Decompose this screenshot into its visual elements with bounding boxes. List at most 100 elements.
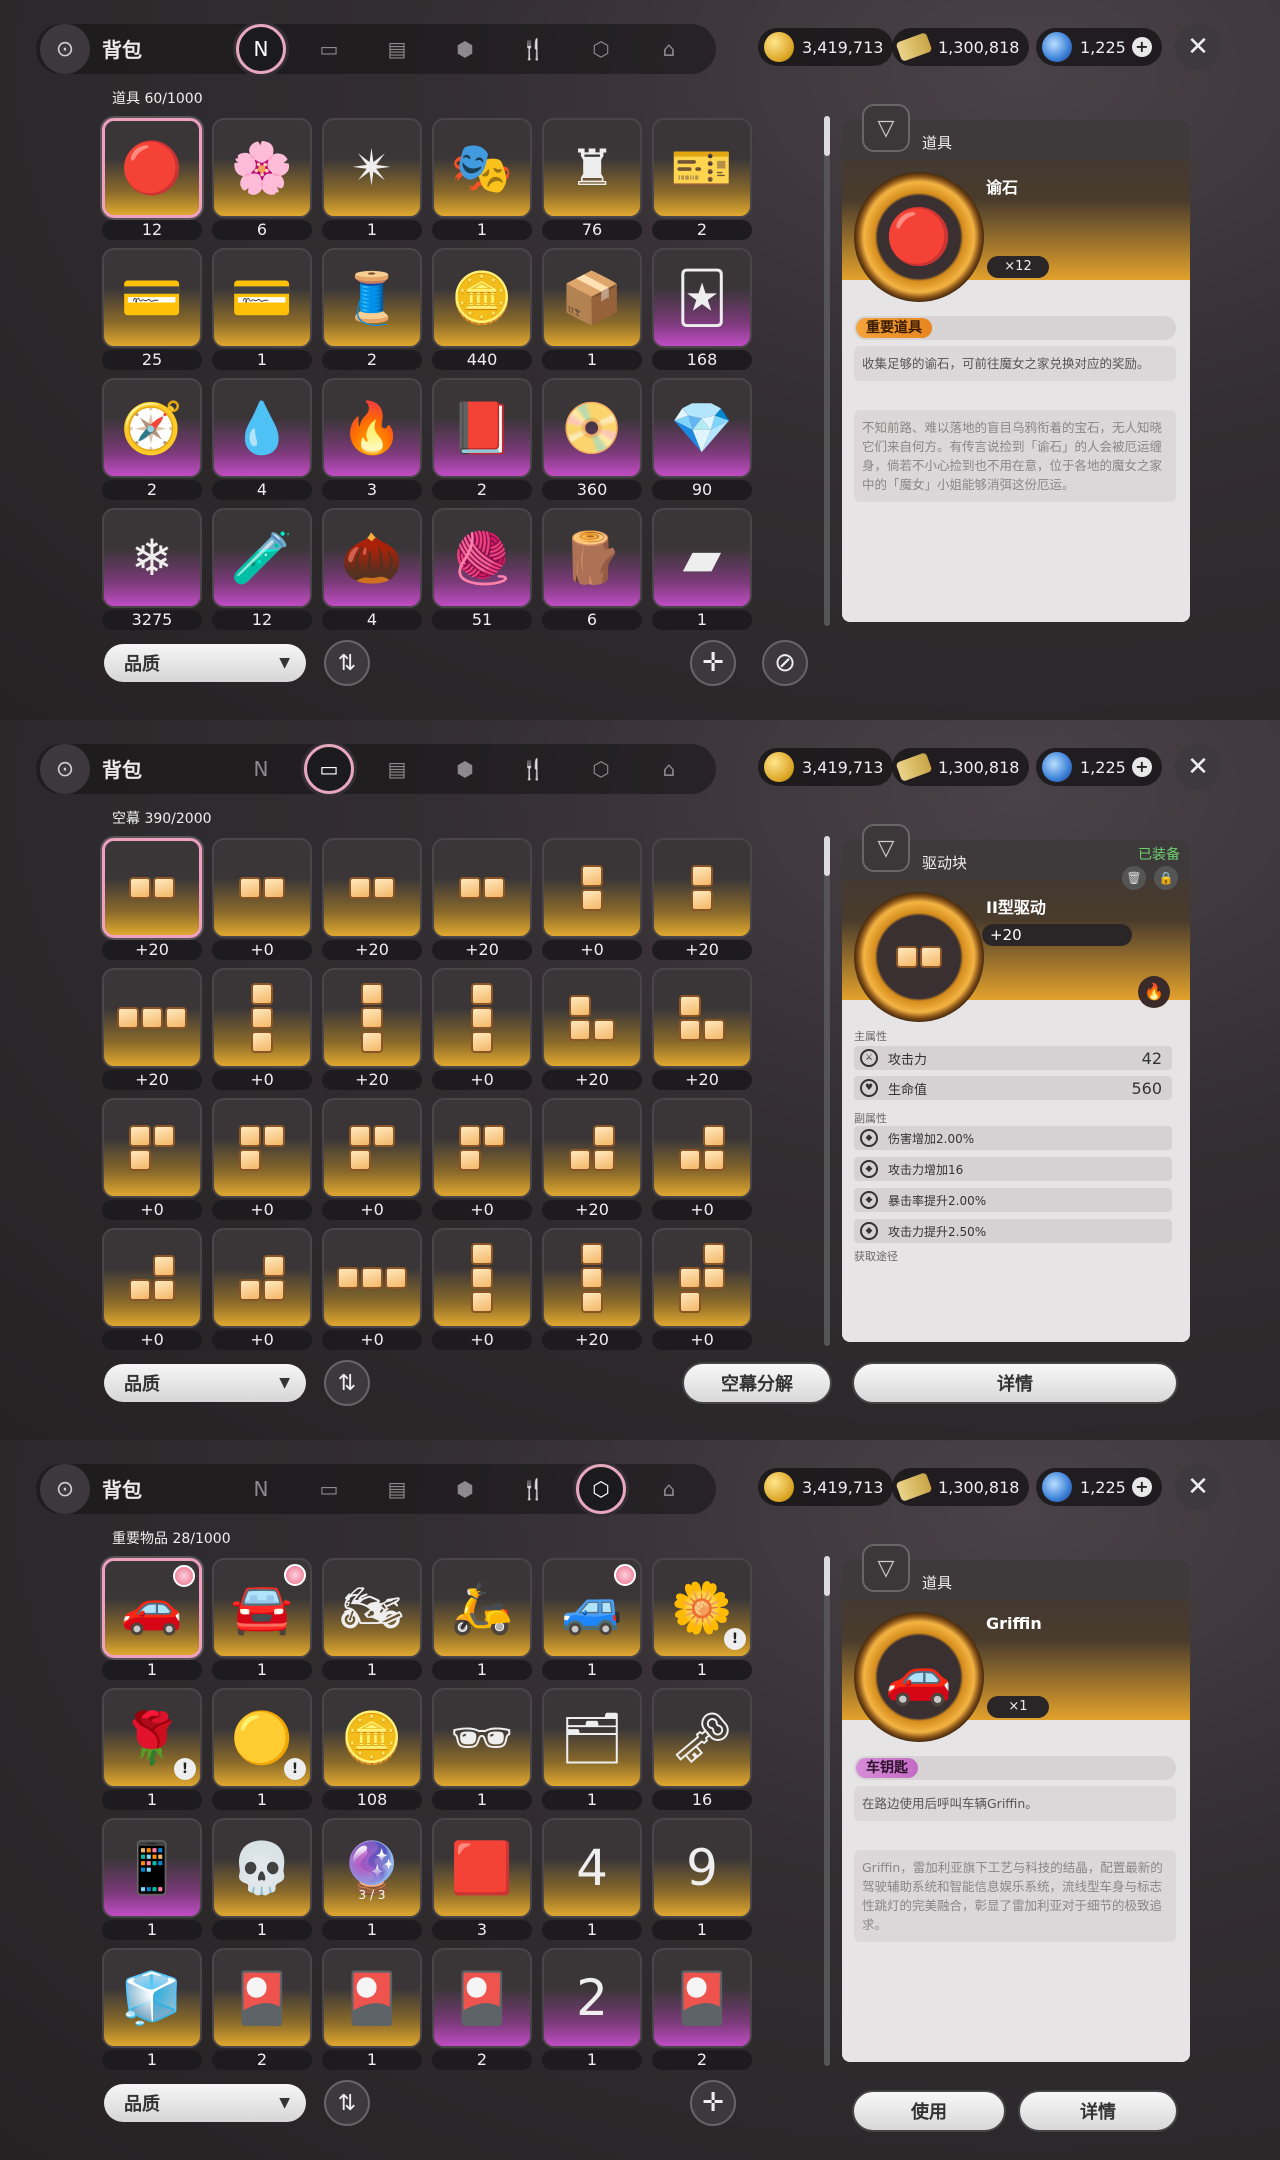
item-slot[interactable]: 🧪 <box>212 508 312 608</box>
item-slot[interactable]: 🪙 <box>432 248 532 348</box>
item-slot[interactable]: 4 <box>542 1818 642 1918</box>
item-slot[interactable]: 💎 <box>652 378 752 478</box>
decompose-button[interactable]: 空幕分解 <box>682 1362 832 1404</box>
details-button[interactable]: 详情 <box>852 1362 1178 1404</box>
item-slot[interactable] <box>322 1098 422 1198</box>
item-slot[interactable] <box>652 1098 752 1198</box>
item-slot[interactable] <box>652 968 752 1068</box>
item-slot[interactable]: 🧭 <box>102 378 202 478</box>
item-slot[interactable]: 🔥 <box>322 378 422 478</box>
tab-box[interactable]: ⬢ <box>444 1468 486 1510</box>
tab-food[interactable]: 🍴 <box>512 748 554 790</box>
use-button[interactable]: 使用 <box>852 2090 1006 2132</box>
item-slot[interactable]: 🎴 <box>432 1948 532 2048</box>
item-slot[interactable] <box>432 838 532 938</box>
gem-currency[interactable]: 1,225 + <box>1036 748 1162 786</box>
item-slot[interactable]: 🕶 <box>432 1688 532 1788</box>
add-gem-icon[interactable]: + <box>1131 757 1152 777</box>
tab-drive[interactable]: ▭ <box>308 1468 350 1510</box>
item-slot[interactable]: 🎴 <box>652 1948 752 2048</box>
tab-drive[interactable]: ▭ <box>304 744 354 794</box>
item-slot[interactable]: 🎫 <box>652 118 752 218</box>
item-slot[interactable] <box>432 1098 532 1198</box>
tab-items[interactable]: N <box>236 24 286 74</box>
item-slot[interactable]: ▰ <box>652 508 752 608</box>
compass-button[interactable]: ✛ <box>690 640 736 686</box>
item-slot[interactable]: 🃏 <box>652 248 752 348</box>
tab-food[interactable]: 🍴 <box>512 28 554 70</box>
scroll-thumb[interactable] <box>824 116 830 156</box>
item-slot[interactable] <box>212 1228 312 1328</box>
item-slot[interactable]: 💧 <box>212 378 312 478</box>
item-slot[interactable] <box>102 838 202 938</box>
item-slot[interactable] <box>212 838 312 938</box>
item-slot[interactable]: 🪙 <box>322 1688 422 1788</box>
item-slot[interactable]: 🚗 <box>102 1558 202 1658</box>
compass-button[interactable]: ✛ <box>690 2080 736 2126</box>
quality-filter-dropdown[interactable]: 品质 ▼ <box>104 2084 306 2122</box>
item-slot[interactable]: 💳 <box>102 248 202 348</box>
item-slot[interactable]: 🔴 <box>102 118 202 218</box>
item-slot[interactable] <box>102 968 202 1068</box>
add-gem-icon[interactable]: + <box>1131 1477 1152 1497</box>
scroll-thumb[interactable] <box>824 1556 830 1596</box>
tab-home[interactable]: ⌂ <box>648 1468 690 1510</box>
add-gem-icon[interactable]: + <box>1131 37 1152 57</box>
item-slot[interactable]: 🏍 <box>322 1558 422 1658</box>
item-slot[interactable] <box>102 1228 202 1328</box>
tab-important[interactable]: ⬡ <box>580 748 622 790</box>
close-button[interactable]: ✕ <box>1175 1464 1221 1510</box>
gem-currency[interactable]: 1,225 + <box>1036 1468 1162 1506</box>
item-slot[interactable] <box>542 838 642 938</box>
details-button[interactable]: 详情 <box>1018 2090 1178 2132</box>
item-slot[interactable]: ❄ <box>102 508 202 608</box>
item-slot[interactable]: 📕 <box>432 378 532 478</box>
gem-currency[interactable]: 1,225 + <box>1036 28 1162 66</box>
item-slot[interactable] <box>542 1098 642 1198</box>
detail-scrollbar[interactable] <box>824 836 830 1346</box>
tab-important[interactable]: ⬡ <box>576 1464 626 1514</box>
item-slot[interactable] <box>432 1228 532 1328</box>
item-slot[interactable]: 🧊 <box>102 1948 202 2048</box>
item-slot[interactable]: 🎴 <box>212 1948 312 2048</box>
item-slot[interactable] <box>322 1228 422 1328</box>
item-slot[interactable]: 🌹! <box>102 1688 202 1788</box>
item-slot[interactable]: 🧵 <box>322 248 422 348</box>
item-slot[interactable]: 🟡! <box>212 1688 312 1788</box>
detail-scrollbar[interactable] <box>824 1556 830 2066</box>
tab-items[interactable]: N <box>240 748 282 790</box>
item-slot[interactable]: 🚘 <box>212 1558 312 1658</box>
item-slot[interactable] <box>212 1098 312 1198</box>
sort-order-button[interactable]: ⇅ <box>324 2080 370 2126</box>
item-slot[interactable] <box>322 838 422 938</box>
item-slot[interactable] <box>212 968 312 1068</box>
trash-icon[interactable]: 🗑 <box>1122 866 1146 890</box>
item-slot[interactable]: 🌸 <box>212 118 312 218</box>
item-slot[interactable]: 💳 <box>212 248 312 348</box>
tab-book[interactable]: ▤ <box>376 1468 418 1510</box>
item-slot[interactable]: 🗂 <box>542 1688 642 1788</box>
sort-order-button[interactable]: ⇅ <box>324 640 370 686</box>
item-slot[interactable]: 🎴 <box>322 1948 422 2048</box>
item-slot[interactable]: ♜ <box>542 118 642 218</box>
tab-book[interactable]: ▤ <box>376 748 418 790</box>
lock-icon[interactable]: 🔒 <box>1154 866 1178 890</box>
item-slot[interactable]: 🧶 <box>432 508 532 608</box>
item-slot[interactable]: 📀 <box>542 378 642 478</box>
item-slot[interactable]: 💀 <box>212 1818 312 1918</box>
tab-food[interactable]: 🍴 <box>512 1468 554 1510</box>
item-slot[interactable]: 📱 <box>102 1818 202 1918</box>
detail-scrollbar[interactable] <box>824 116 830 626</box>
item-slot[interactable] <box>432 968 532 1068</box>
item-slot[interactable]: 🪵 <box>542 508 642 608</box>
hide-button[interactable]: ⊘ <box>762 640 808 686</box>
tab-home[interactable]: ⌂ <box>648 28 690 70</box>
sort-order-button[interactable]: ⇅ <box>324 1360 370 1406</box>
close-button[interactable]: ✕ <box>1175 24 1221 70</box>
item-slot[interactable] <box>542 968 642 1068</box>
item-slot[interactable]: 🚙 <box>542 1558 642 1658</box>
tab-items[interactable]: N <box>240 1468 282 1510</box>
item-slot[interactable]: 🌼! <box>652 1558 752 1658</box>
tab-box[interactable]: ⬢ <box>444 748 486 790</box>
tab-box[interactable]: ⬢ <box>444 28 486 70</box>
